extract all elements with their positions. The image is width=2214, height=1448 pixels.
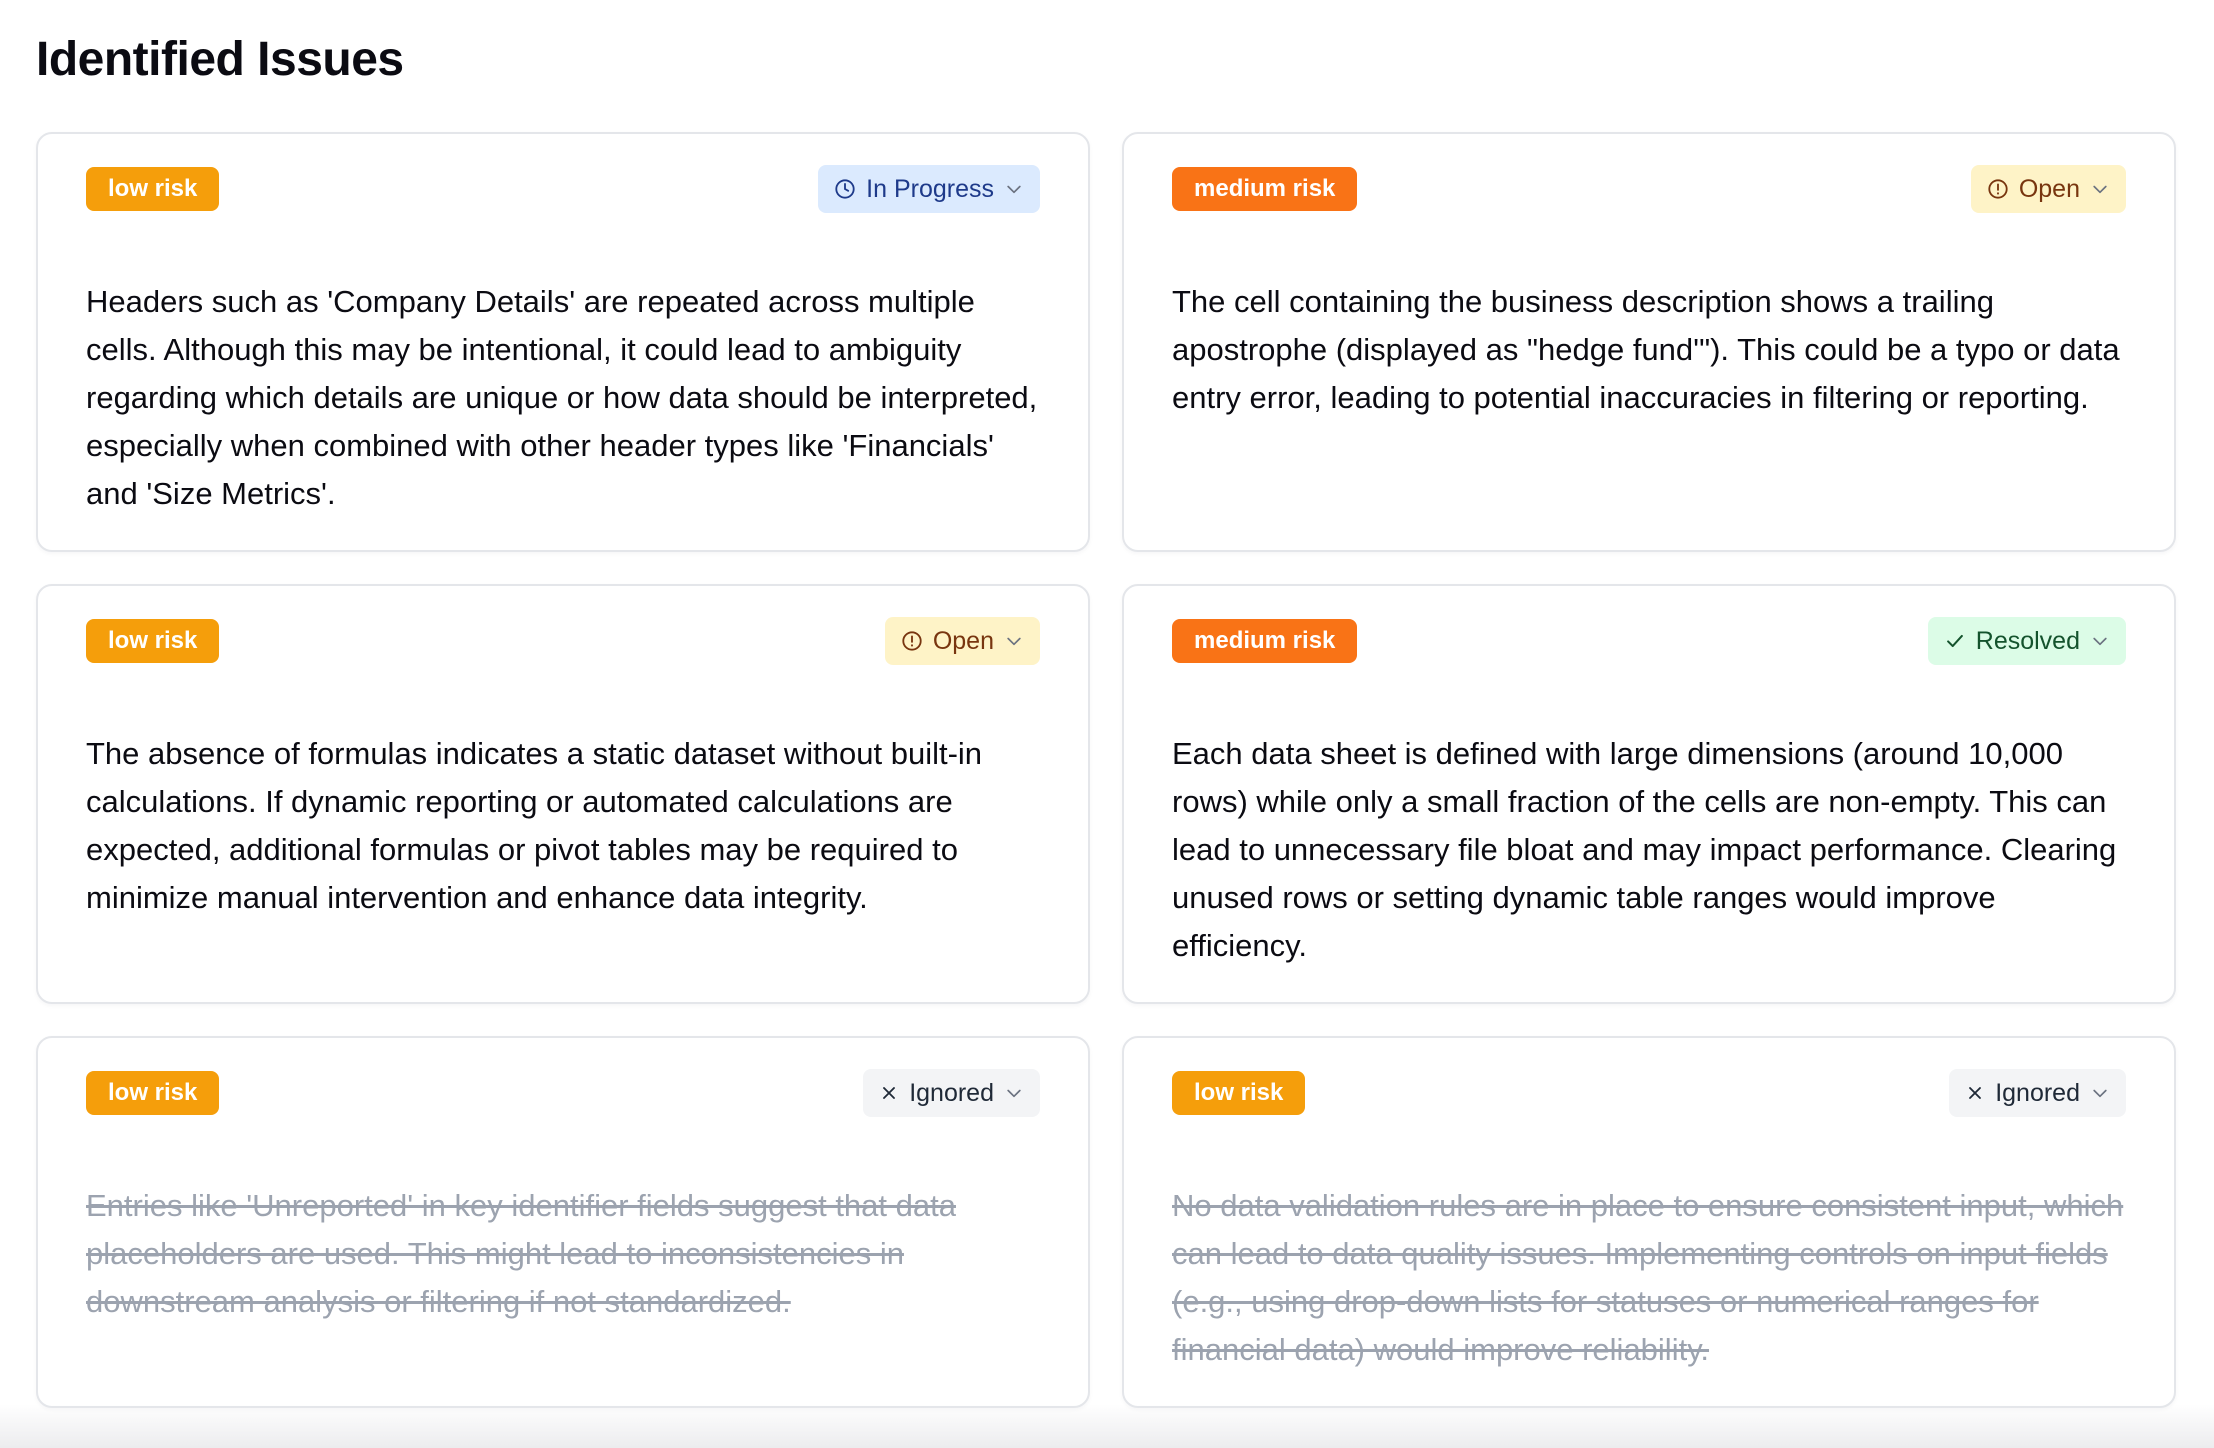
issue-card: low risk Open The absence of formulas in… bbox=[36, 584, 1090, 1004]
status-dropdown[interactable]: Resolved bbox=[1927, 617, 2126, 665]
status-label: Resolved bbox=[1975, 626, 2080, 655]
chevron-down-icon bbox=[2093, 1089, 2107, 1098]
check-icon bbox=[1946, 634, 1963, 648]
status-dropdown[interactable]: In Progress bbox=[818, 165, 1040, 213]
x-icon bbox=[1969, 1087, 1982, 1099]
issue-card: medium risk Open The cell containing the… bbox=[1122, 132, 2176, 552]
issues-page: Identified Issues low risk In Progress H… bbox=[0, 0, 2214, 1448]
alert-circle-icon bbox=[902, 631, 922, 651]
issue-description: No data validation rules are in place to… bbox=[1172, 1188, 2124, 1367]
issue-card: low risk In Progress Headers such as 'Co… bbox=[36, 132, 1090, 552]
x-icon bbox=[883, 1087, 896, 1099]
bottom-fade bbox=[0, 1404, 2214, 1448]
status-dropdown[interactable]: Open bbox=[1970, 165, 2126, 213]
issue-card: low risk Ignored No data validation rule… bbox=[1122, 1036, 2176, 1408]
chevron-down-icon bbox=[1007, 1089, 1021, 1098]
risk-badge: medium risk bbox=[1172, 619, 1358, 663]
status-label: Ignored bbox=[1995, 1078, 2080, 1107]
issue-description: The cell containing the business descrip… bbox=[1172, 284, 2120, 415]
issue-description: Entries like 'Unreported' in key identif… bbox=[86, 1188, 956, 1319]
chevron-down-icon bbox=[1007, 637, 1021, 646]
risk-badge: medium risk bbox=[1172, 167, 1358, 211]
status-label: Ignored bbox=[909, 1078, 994, 1107]
issues-grid: low risk In Progress Headers such as 'Co… bbox=[36, 132, 2178, 1408]
status-dropdown[interactable]: Ignored bbox=[863, 1069, 1040, 1117]
status-label: In Progress bbox=[866, 174, 994, 203]
alert-circle-icon bbox=[1988, 179, 2008, 199]
risk-badge: low risk bbox=[86, 1071, 220, 1115]
status-dropdown[interactable]: Open bbox=[884, 617, 1040, 665]
status-dropdown[interactable]: Ignored bbox=[1949, 1069, 2126, 1117]
page-title: Identified Issues bbox=[36, 33, 404, 86]
chevron-down-icon bbox=[2093, 637, 2107, 646]
issue-card: low risk Ignored Entries like 'Unreporte… bbox=[36, 1036, 1090, 1408]
issue-description: Each data sheet is defined with large di… bbox=[1172, 736, 2117, 963]
issue-card: medium risk Resolved Each data sheet is … bbox=[1122, 584, 2176, 1004]
risk-badge: low risk bbox=[1172, 1071, 1306, 1115]
risk-badge: low risk bbox=[86, 167, 220, 211]
status-label: Open bbox=[932, 626, 994, 655]
issue-description: Headers such as 'Company Details' are re… bbox=[86, 284, 1038, 511]
issue-description: The absence of formulas indicates a stat… bbox=[86, 736, 983, 915]
chevron-down-icon bbox=[2093, 185, 2107, 194]
status-label: Open bbox=[2018, 174, 2080, 203]
risk-badge: low risk bbox=[86, 619, 220, 663]
clock-icon bbox=[835, 179, 855, 199]
chevron-down-icon bbox=[1007, 185, 1021, 194]
